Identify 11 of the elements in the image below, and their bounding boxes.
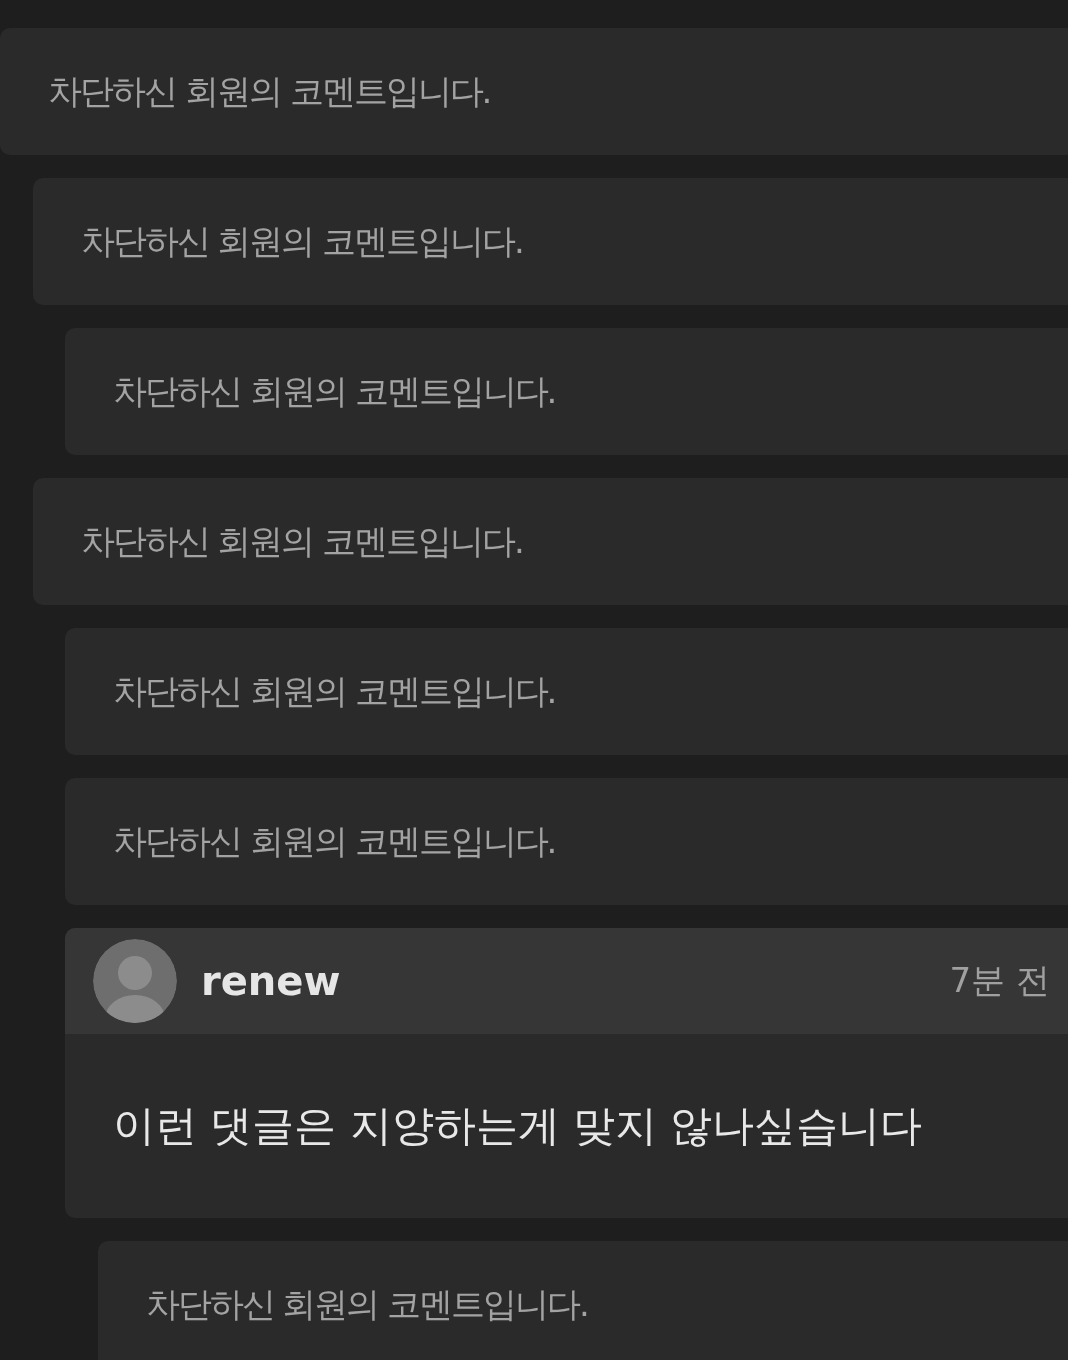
author-name[interactable]: renew	[201, 958, 950, 1004]
blocked-comment-text: 차단하신 회원의 코멘트입니다.	[113, 369, 556, 413]
blocked-comment-text: 차단하신 회원의 코멘트입니다.	[113, 669, 556, 713]
avatar-icon[interactable]	[93, 939, 177, 1023]
comment-text: 이런 댓글은 지양하는게 맞지 않나싶습니다	[113, 1100, 923, 1152]
blocked-comment-text: 차단하신 회원의 코멘트입니다.	[145, 1282, 588, 1326]
blocked-comment-text: 차단하신 회원의 코멘트입니다.	[113, 819, 556, 863]
blocked-comment-text: 차단하신 회원의 코멘트입니다.	[80, 219, 523, 263]
blocked-comment-text: 차단하신 회원의 코멘트입니다.	[80, 519, 523, 563]
comment-time: 7분 전	[949, 959, 1050, 1002]
blocked-comment-text: 차단하신 회원의 코멘트입니다.	[48, 69, 491, 113]
